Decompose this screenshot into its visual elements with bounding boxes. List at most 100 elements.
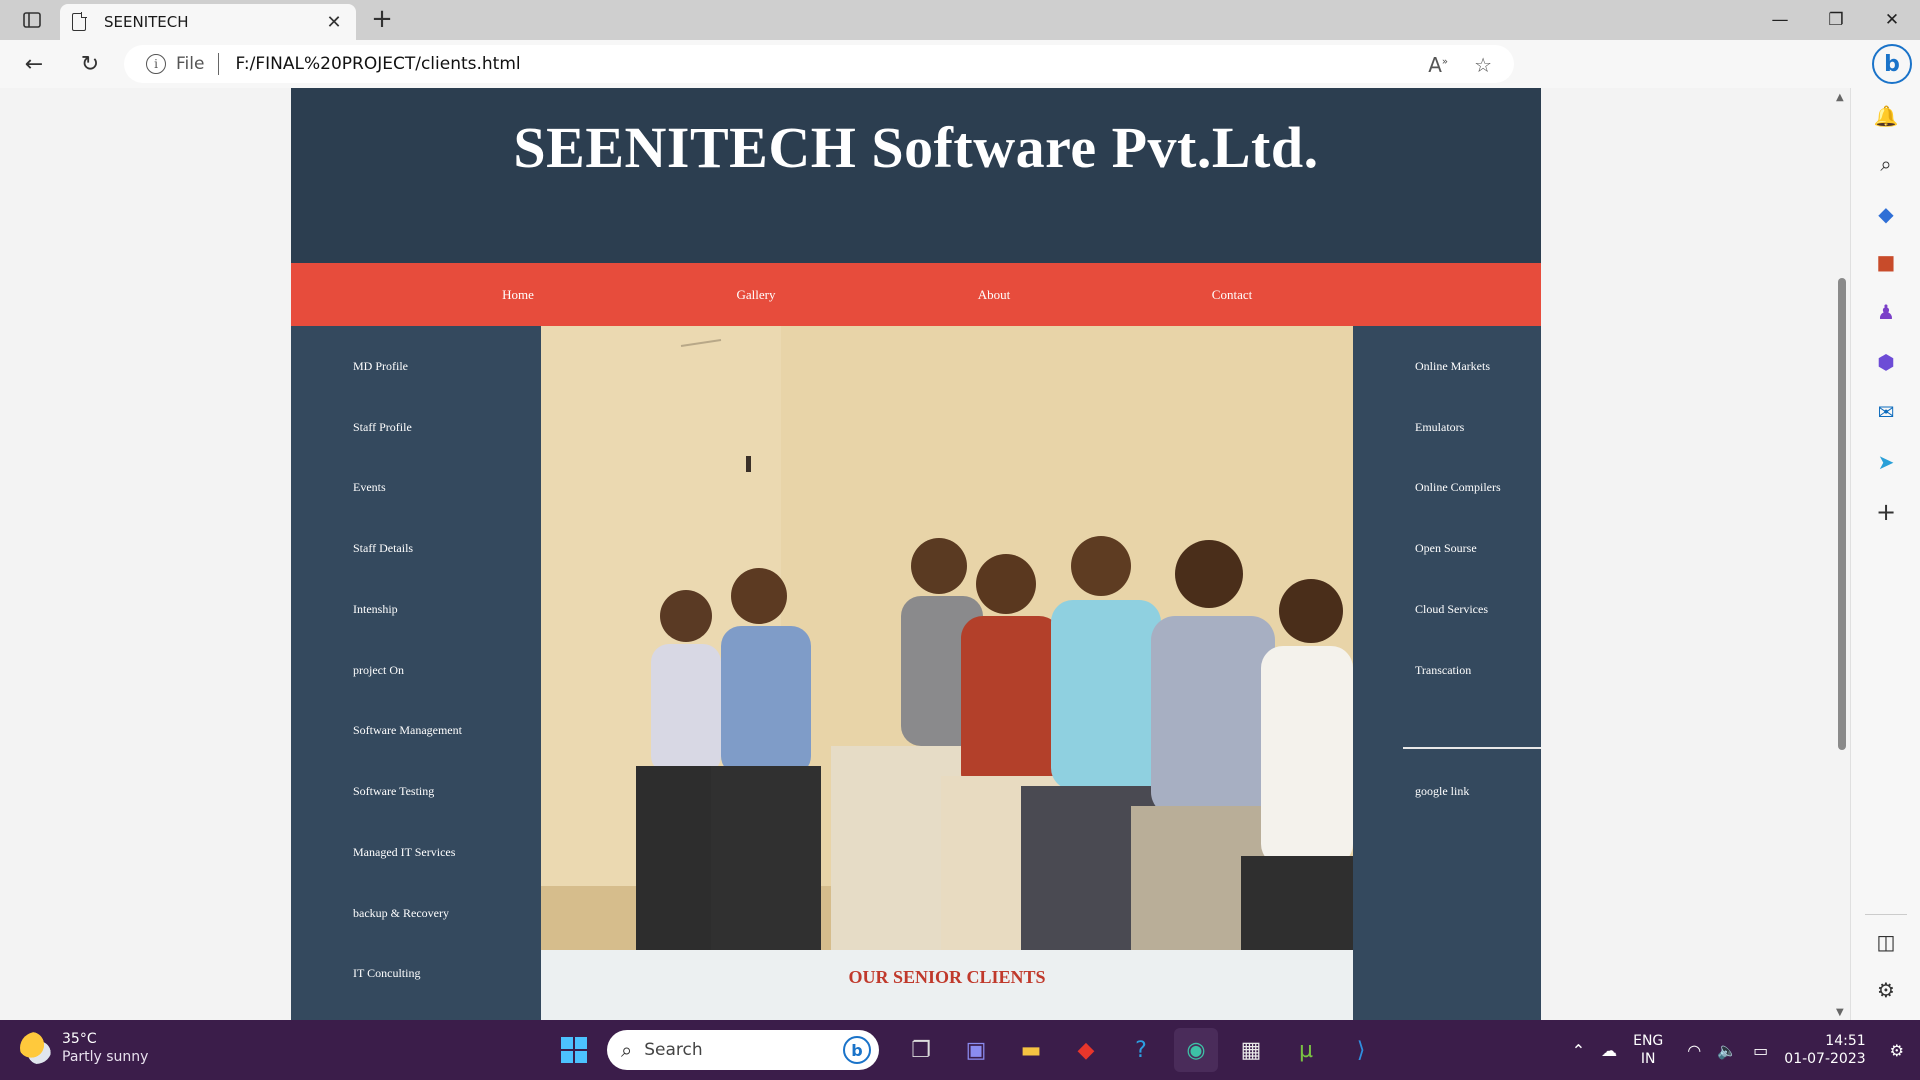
nav-gallery-link[interactable]: Gallery	[691, 263, 821, 326]
games-icon[interactable]: ♟	[1851, 300, 1920, 324]
read-aloud-icon[interactable]: A»	[1428, 53, 1448, 77]
file-explorer-icon[interactable]: ▬	[1009, 1028, 1053, 1072]
scrollbar-thumb[interactable]	[1838, 278, 1846, 750]
microsoft-365-icon[interactable]: ⬢	[1851, 350, 1920, 374]
taskbar-apps: ⌕ Search b ❐ ▣ ▬ ◆ ? ◉ ▦ µ ⟩	[552, 1028, 1394, 1072]
main-nav: Home Gallery About Contact	[291, 263, 1541, 326]
weather-widget[interactable]: 35°C Partly sunny	[20, 1030, 148, 1066]
nav-about-link[interactable]: About	[929, 263, 1059, 326]
info-icon[interactable]: i	[146, 54, 166, 74]
region-code: IN	[1640, 1051, 1656, 1067]
window-controls: — ❐ ✕	[1752, 0, 1920, 40]
close-window-icon[interactable]: ✕	[1864, 0, 1920, 40]
outlook-icon[interactable]: ✉	[1851, 400, 1920, 424]
settings-gear-icon[interactable]: ⚙	[1851, 978, 1920, 1002]
left-menu-item[interactable]: MD Profile	[353, 359, 408, 374]
language-indicator[interactable]: ENG IN	[1633, 1032, 1663, 1068]
weather-condition: Partly sunny	[62, 1049, 149, 1065]
address-divider	[218, 53, 220, 75]
clock-date: 01-07-2023	[1784, 1051, 1866, 1067]
battery-icon[interactable]: ▭	[1753, 1041, 1768, 1060]
language-code: ENG	[1633, 1033, 1664, 1049]
clock-time: 14:51	[1825, 1033, 1866, 1049]
favorite-star-icon[interactable]: ☆	[1474, 53, 1492, 77]
right-menu-item[interactable]: Transcation	[1415, 663, 1471, 678]
sidebar-divider	[1865, 914, 1907, 915]
site-title: SEENITECH Software Pvt.Ltd.	[513, 115, 1319, 180]
nav-contact-link[interactable]: Contact	[1167, 263, 1297, 326]
windows-start-icon[interactable]	[552, 1028, 596, 1072]
left-menu-item[interactable]: project On	[353, 663, 404, 678]
right-menu-item[interactable]: Online Markets	[1415, 359, 1490, 374]
left-sidebar: MD Profile Staff Profile Events Staff De…	[291, 326, 541, 1020]
bing-copilot-button[interactable]: b	[1872, 44, 1912, 84]
address-bar[interactable]: i File F:/FINAL%20PROJECT/clients.html A…	[124, 45, 1514, 83]
main-content: OUR SENIOR CLIENTS	[541, 326, 1353, 1020]
page-content: MD Profile Staff Profile Events Staff De…	[291, 326, 1541, 1020]
anydesk-icon[interactable]: ◆	[1064, 1028, 1108, 1072]
tools-briefcase-icon[interactable]: ■	[1851, 250, 1920, 274]
left-menu-item[interactable]: Software Testing	[353, 784, 434, 799]
taskbar-search-label: Search	[644, 1040, 703, 1060]
left-menu-item[interactable]: Events	[353, 480, 386, 495]
left-menu-item[interactable]: Staff Details	[353, 541, 413, 556]
page-scrollbar[interactable]: ▲ ▼	[1834, 88, 1850, 1020]
show-hidden-icons-icon[interactable]: ⌃	[1572, 1041, 1585, 1060]
refresh-button[interactable]: ↻	[74, 50, 106, 78]
onedrive-icon[interactable]: ☁	[1601, 1041, 1617, 1060]
edge-browser-icon[interactable]: ◉	[1174, 1028, 1218, 1072]
close-tab-icon[interactable]: ✕	[324, 12, 344, 33]
back-button[interactable]: ←	[18, 50, 50, 78]
scroll-down-icon[interactable]: ▼	[1836, 1007, 1844, 1018]
right-menu-item[interactable]: Emulators	[1415, 420, 1464, 435]
nav-home-link[interactable]: Home	[453, 263, 583, 326]
minimize-icon[interactable]: —	[1752, 0, 1808, 40]
taskbar-search[interactable]: ⌕ Search b	[607, 1030, 879, 1070]
tab-title: SEENITECH	[104, 13, 189, 31]
add-sidebar-app-icon[interactable]: +	[1851, 498, 1920, 526]
bing-icon[interactable]: b	[843, 1036, 871, 1064]
browser-toolbar: ← ↻ i File F:/FINAL%20PROJECT/clients.ht…	[0, 40, 1920, 116]
wifi-icon[interactable]: ◠	[1687, 1041, 1701, 1060]
get-help-icon[interactable]: ?	[1119, 1028, 1163, 1072]
notifications-bell-icon[interactable]: 🔔	[1851, 104, 1920, 128]
clock[interactable]: 14:51 01-07-2023	[1784, 1032, 1865, 1068]
left-menu-item[interactable]: IT Conculting	[353, 966, 420, 981]
left-menu-item[interactable]: Staff Profile	[353, 420, 412, 435]
page-icon	[72, 12, 87, 31]
search-icon[interactable]: ⌕	[1851, 152, 1920, 176]
left-menu-item[interactable]: Intenship	[353, 602, 398, 617]
task-view-icon[interactable]: ❐	[899, 1028, 943, 1072]
right-menu-item[interactable]: Online Compilers	[1415, 480, 1501, 495]
utorrent-icon[interactable]: µ	[1284, 1028, 1328, 1072]
site-header: SEENITECH Software Pvt.Ltd.	[291, 88, 1541, 263]
new-tab-button[interactable]: +	[368, 6, 396, 34]
url-text[interactable]: F:/FINAL%20PROJECT/clients.html	[235, 54, 520, 74]
drop-icon[interactable]: ➤	[1851, 450, 1920, 474]
right-menu-item[interactable]: Cloud Services	[1415, 602, 1488, 617]
microsoft-store-icon[interactable]: ▦	[1229, 1028, 1273, 1072]
website-page: SEENITECH Software Pvt.Ltd. Home Gallery…	[291, 88, 1541, 1020]
google-link[interactable]: google link	[1415, 784, 1469, 799]
temperature: 35°C	[62, 1031, 97, 1047]
left-menu-item[interactable]: Software Management	[353, 723, 462, 738]
system-tray: ⌃ ☁ ENG IN ◠ 🔈 ▭ 14:51 01-07-2023 ⚙	[1572, 1020, 1920, 1080]
restore-icon[interactable]: ❐	[1808, 0, 1864, 40]
left-menu-item[interactable]: backup & Recovery	[353, 906, 449, 921]
taskbar: 35°C Partly sunny ⌕ Search b ❐ ▣ ▬ ◆ ? ◉…	[0, 1020, 1920, 1080]
clients-heading: OUR SENIOR CLIENTS	[848, 967, 1046, 987]
scroll-up-icon[interactable]: ▲	[1836, 92, 1844, 103]
left-menu-item[interactable]: Managed IT Services	[353, 845, 455, 860]
shopping-tag-icon[interactable]: ◆	[1851, 202, 1920, 226]
browser-tab[interactable]: SEENITECH ✕	[60, 4, 356, 40]
right-menu-item[interactable]: Open Sourse	[1415, 541, 1477, 556]
vscode-icon[interactable]: ⟩	[1339, 1028, 1383, 1072]
right-sidebar: Online Markets Emulators Online Compiler…	[1353, 326, 1541, 1020]
hide-sidebar-icon[interactable]: ◫	[1851, 930, 1920, 954]
tab-strip: SEENITECH ✕ + — ❐ ✕	[0, 0, 1920, 40]
teams-chat-icon[interactable]: ▣	[954, 1028, 998, 1072]
tab-actions-icon[interactable]	[14, 8, 50, 32]
volume-muted-icon[interactable]: 🔈	[1717, 1041, 1737, 1060]
notification-center-icon[interactable]: ⚙	[1890, 1041, 1904, 1060]
right-sidebar-divider	[1403, 747, 1541, 749]
